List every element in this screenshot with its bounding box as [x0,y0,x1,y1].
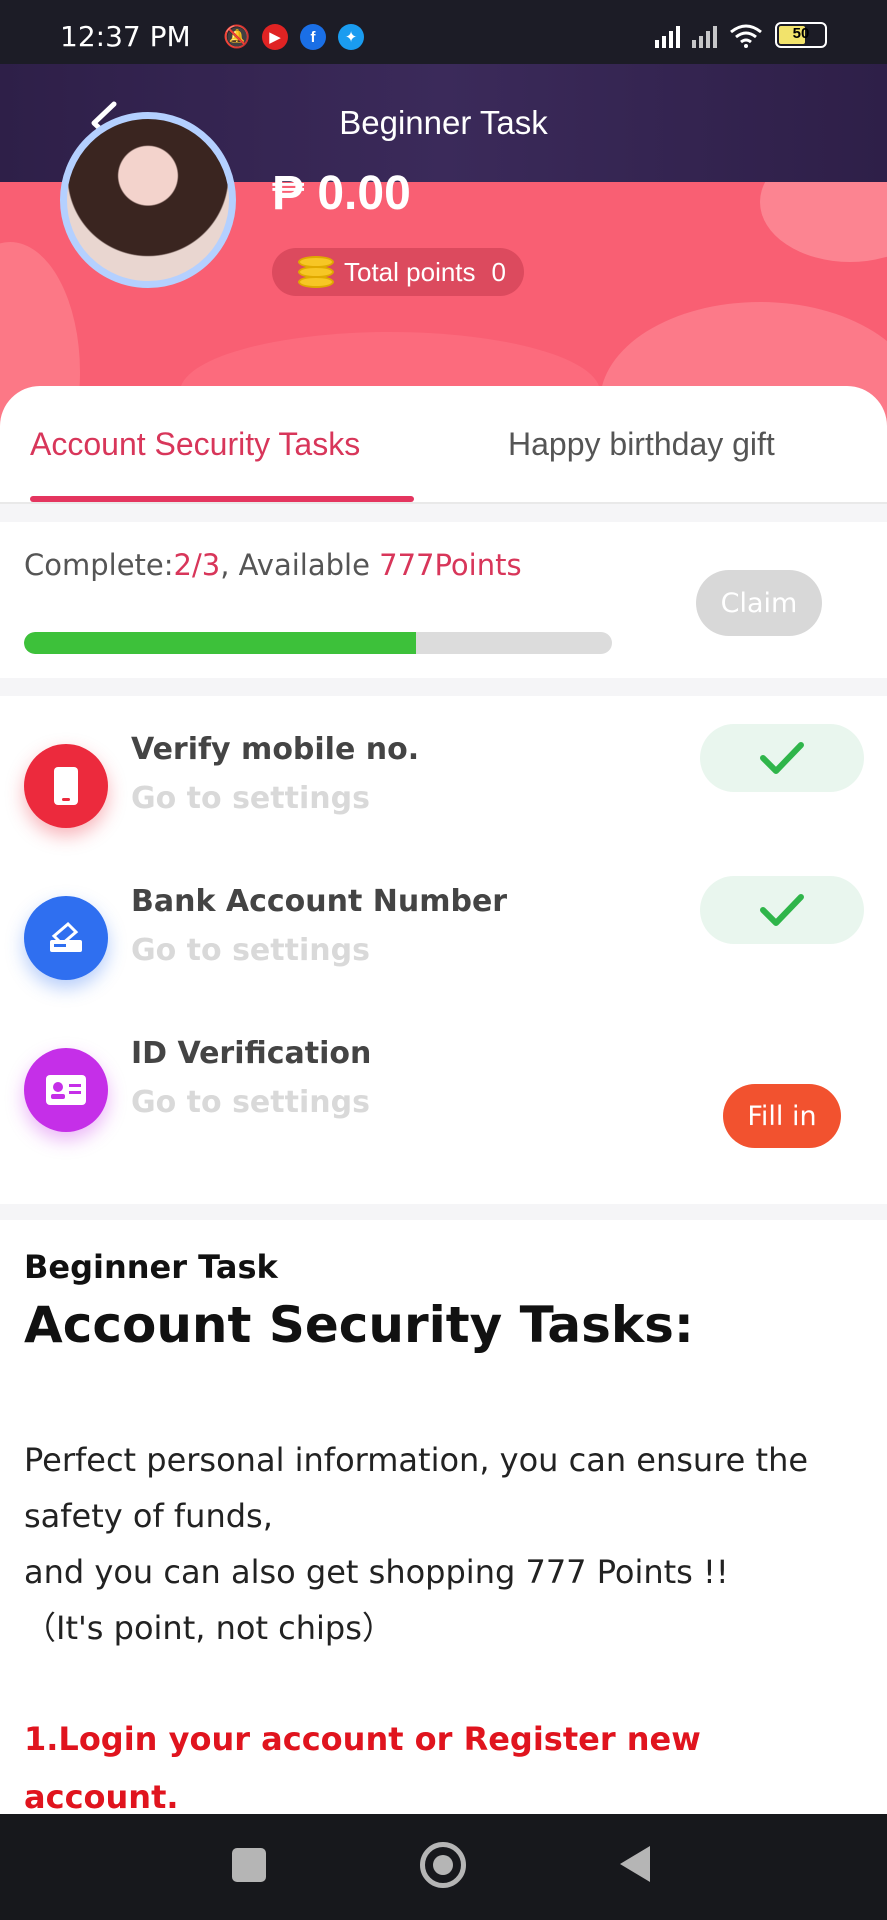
system-icons: 50 [655,22,827,48]
back-triangle-icon[interactable] [620,1846,650,1882]
avatar[interactable] [60,112,236,288]
task-go-to-settings[interactable]: Go to settings [131,781,370,816]
system-nav-bar [0,1814,887,1920]
signal-icon [655,24,680,48]
completed-check-icon [700,876,864,944]
phone-icon [24,744,108,828]
article-line: （It's point, not chips） [24,1609,394,1647]
task-tabs: Account Security Tasks Happy birthday gi… [0,386,887,504]
home-icon[interactable] [420,1842,466,1888]
id-card-icon [24,1048,108,1132]
total-points-value: 0 [491,256,506,287]
progress-text: Complete:2/3, Available 777Points [24,548,522,582]
task-description: Beginner Task Account Security Tasks: Pe… [0,1220,887,1814]
article-body: Perfect personal information, you can en… [24,1432,874,1656]
fill-in-button[interactable]: Fill in [723,1084,841,1148]
battery-level: 50 [792,25,810,42]
battery-icon: 50 [775,22,827,48]
claim-button[interactable]: Claim [696,570,822,636]
article-heading: Account Security Tasks: [24,1296,694,1354]
available-label: , Available [220,548,380,582]
task-list: Verify mobile no. Go to settings Bank Ac… [0,696,887,1204]
complete-label: Complete: [24,548,174,582]
status-bar: 12:37 PM 🔕 ▶ f ✦ 50 [0,0,887,64]
progress-section: Complete:2/3, Available 777Points Claim [0,522,887,678]
task-title: Verify mobile no. [131,732,420,767]
task-item-bank-account[interactable]: Bank Account Number Go to settings [0,864,887,984]
total-points-label: Total points [344,256,476,287]
task-title: Bank Account Number [131,884,508,919]
youtube-icon: ▶ [262,24,288,50]
facebook-icon: f [300,24,326,50]
completed-check-icon [700,724,864,792]
notification-icons: 🔕 ▶ f ✦ [223,24,364,50]
complete-value: 2/3 [173,548,221,582]
divider [0,504,887,522]
mute-icon: 🔕 [223,24,251,49]
bank-card-icon [24,896,108,980]
task-item-verify-mobile[interactable]: Verify mobile no. Go to settings [0,712,887,832]
total-points-pill: Total points 0 [272,248,524,296]
recent-apps-icon[interactable] [232,1848,266,1882]
wifi-icon [730,24,762,48]
divider [0,1204,887,1220]
task-item-id-verification[interactable]: ID Verification Go to settings Fill in [0,1016,887,1148]
tab-birthday-gift[interactable]: Happy birthday gift [508,426,775,463]
task-go-to-settings[interactable]: Go to settings [131,1085,370,1120]
divider [0,678,887,696]
task-title: ID Verification [131,1036,372,1071]
article-subheading: Beginner Task [24,1248,278,1286]
coins-icon [298,254,334,290]
progress-bar [24,632,612,654]
twitter-icon: ✦ [338,24,364,50]
progress-bar-fill [24,632,417,654]
status-time: 12:37 PM [60,20,191,53]
task-go-to-settings[interactable]: Go to settings [131,933,370,968]
available-points: 777Points [379,548,522,582]
signal-icon-2 [692,24,717,48]
active-tab-indicator [30,496,414,502]
balance-amount: ₱ 0.00 [272,167,411,220]
tab-account-security[interactable]: Account Security Tasks [30,426,360,463]
article-step-1: 1.Login your account or Register new acc… [24,1720,701,1814]
article-line: Perfect personal information, you can en… [24,1441,809,1535]
article-line: and you can also get shopping 777 Points… [24,1553,729,1591]
